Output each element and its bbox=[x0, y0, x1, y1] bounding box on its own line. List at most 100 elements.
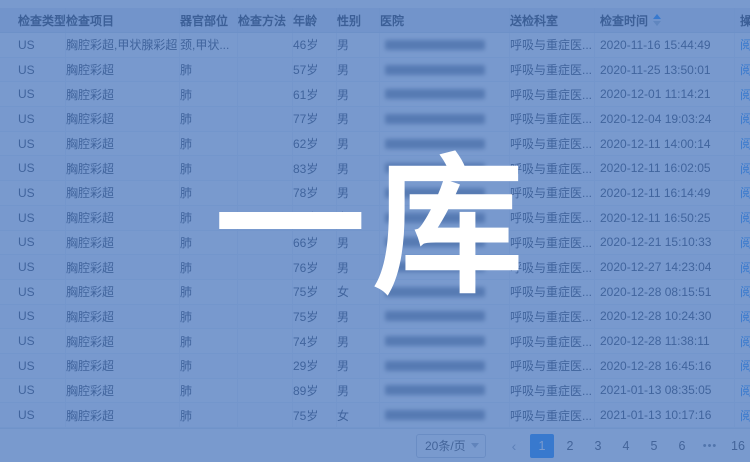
cell-item: 胸腔彩超 bbox=[66, 231, 180, 255]
column-header-label: 检查类型 bbox=[18, 12, 66, 29]
column-header-label: 性别 bbox=[337, 12, 361, 29]
cell-time: 2020-11-25 13:50:01 bbox=[595, 58, 735, 82]
cell-gender: 男 bbox=[337, 156, 380, 180]
cell-dept: 呼吸与重症医... bbox=[510, 156, 595, 180]
cell-time: 2020-12-21 15:10:33 bbox=[595, 231, 735, 255]
column-header-hospital: 医院 bbox=[380, 8, 510, 32]
page-size-select[interactable]: 20条/页 bbox=[416, 434, 486, 458]
cell-action: 阅片 bbox=[735, 379, 750, 403]
view-images-link[interactable]: 阅片 bbox=[740, 61, 750, 78]
cell-hospital bbox=[380, 33, 510, 57]
view-images-link[interactable]: 阅片 bbox=[740, 110, 750, 127]
view-images-link[interactable]: 阅片 bbox=[740, 407, 750, 424]
table-row: US胸腔彩超肺29岁男呼吸与重症医...2020-12-28 16:45:16阅… bbox=[0, 354, 750, 379]
cell-item: 胸腔彩超 bbox=[66, 403, 180, 427]
cell-organ: 肺 bbox=[180, 82, 238, 106]
cell-dept: 呼吸与重症医... bbox=[510, 33, 595, 57]
redacted-hospital-name bbox=[385, 213, 485, 223]
cell-organ: 肺 bbox=[180, 255, 238, 279]
cell-method bbox=[238, 329, 293, 353]
cell-method bbox=[238, 280, 293, 304]
cell-item: 胸腔彩超 bbox=[66, 82, 180, 106]
view-images-link[interactable]: 阅片 bbox=[740, 333, 750, 350]
cell-age: 76岁 bbox=[293, 206, 337, 230]
cell-action: 阅片 bbox=[735, 82, 750, 106]
page-button-4[interactable]: 4 bbox=[614, 434, 638, 458]
view-images-link[interactable]: 阅片 bbox=[740, 382, 750, 399]
table-row: US胸腔彩超肺57岁男呼吸与重症医...2020-11-25 13:50:01阅… bbox=[0, 58, 750, 83]
view-images-link[interactable]: 阅片 bbox=[740, 283, 750, 300]
view-images-link[interactable]: 阅片 bbox=[740, 259, 750, 276]
cell-age: 46岁 bbox=[293, 33, 337, 57]
cell-item: 胸腔彩超 bbox=[66, 305, 180, 329]
cell-hospital bbox=[380, 305, 510, 329]
cell-gender: 男 bbox=[337, 82, 380, 106]
redacted-hospital-name bbox=[385, 410, 485, 420]
redacted-hospital-name bbox=[385, 89, 485, 99]
view-images-link[interactable]: 阅片 bbox=[740, 357, 750, 374]
page-button-6[interactable]: 6 bbox=[670, 434, 694, 458]
cell-method bbox=[238, 206, 293, 230]
cell-dept: 呼吸与重症医... bbox=[510, 231, 595, 255]
page-button-3[interactable]: 3 bbox=[586, 434, 610, 458]
cell-gender: 女 bbox=[337, 403, 380, 427]
table-row: US胸腔彩超肺76岁男呼吸与重症医...2020-12-27 14:23:04阅… bbox=[0, 255, 750, 280]
table-row: US胸腔彩超肺89岁男呼吸与重症医...2021-01-13 08:35:05阅… bbox=[0, 379, 750, 404]
view-images-link[interactable]: 阅片 bbox=[740, 160, 750, 177]
page-button-16[interactable]: 16 bbox=[726, 434, 750, 458]
cell-item: 胸腔彩超 bbox=[66, 132, 180, 156]
cell-time: 2020-12-11 16:50:25 bbox=[595, 206, 735, 230]
view-images-link[interactable]: 阅片 bbox=[740, 86, 750, 103]
column-header-label: 操作 bbox=[740, 12, 750, 29]
view-images-link[interactable]: 阅片 bbox=[740, 308, 750, 325]
view-images-link[interactable]: 阅片 bbox=[740, 209, 750, 226]
page-button-5[interactable]: 5 bbox=[642, 434, 666, 458]
cell-action: 阅片 bbox=[735, 255, 750, 279]
sort-ascending-icon[interactable] bbox=[653, 14, 661, 26]
cell-method bbox=[238, 354, 293, 378]
cell-hospital bbox=[380, 231, 510, 255]
table-row: US胸腔彩超肺74岁男呼吸与重症医...2020-12-28 11:38:11阅… bbox=[0, 329, 750, 354]
view-images-link[interactable]: 阅片 bbox=[740, 184, 750, 201]
cell-type: US bbox=[0, 58, 66, 82]
table-body: US胸腔彩超,甲状腺彩超颈,甲状...46岁男呼吸与重症医...2020-11-… bbox=[0, 33, 750, 428]
cell-type: US bbox=[0, 329, 66, 353]
cell-organ: 肺 bbox=[180, 305, 238, 329]
column-header-age: 年龄 bbox=[293, 8, 337, 32]
cell-method bbox=[238, 231, 293, 255]
cell-dept: 呼吸与重症医... bbox=[510, 58, 595, 82]
cell-time: 2021-01-13 10:17:16 bbox=[595, 403, 735, 427]
cell-gender: 男 bbox=[337, 33, 380, 57]
cell-organ: 肺 bbox=[180, 58, 238, 82]
page-button-2[interactable]: 2 bbox=[558, 434, 582, 458]
cell-time: 2020-12-11 16:02:05 bbox=[595, 156, 735, 180]
cell-dept: 呼吸与重症医... bbox=[510, 354, 595, 378]
cell-action: 阅片 bbox=[735, 280, 750, 304]
redacted-hospital-name bbox=[385, 361, 485, 371]
table-row: US胸腔彩超肺61岁男呼吸与重症医...2020-12-01 11:14:21阅… bbox=[0, 82, 750, 107]
cell-hospital bbox=[380, 58, 510, 82]
column-header-time[interactable]: 检查时间 bbox=[595, 8, 735, 32]
cell-time: 2020-11-16 15:44:49 bbox=[595, 33, 735, 57]
page-button-1[interactable]: 1 bbox=[530, 434, 554, 458]
cell-organ: 颈,甲状... bbox=[180, 33, 238, 57]
cell-type: US bbox=[0, 354, 66, 378]
table-row: US胸腔彩超,甲状腺彩超颈,甲状...46岁男呼吸与重症医...2020-11-… bbox=[0, 33, 750, 58]
cell-age: 61岁 bbox=[293, 82, 337, 106]
cell-age: 74岁 bbox=[293, 329, 337, 353]
cell-age: 76岁 bbox=[293, 255, 337, 279]
cell-time: 2020-12-27 14:23:04 bbox=[595, 255, 735, 279]
more-pages-button[interactable]: ••• bbox=[698, 434, 722, 458]
cell-gender: 男 bbox=[337, 305, 380, 329]
cell-action: 阅片 bbox=[735, 132, 750, 156]
column-header-gender: 性别 bbox=[337, 8, 380, 32]
cell-organ: 肺 bbox=[180, 231, 238, 255]
view-images-link[interactable]: 阅片 bbox=[740, 234, 750, 251]
prev-page-button[interactable]: ‹ bbox=[502, 434, 526, 458]
column-header-method: 检查方法 bbox=[238, 8, 293, 32]
cell-dept: 呼吸与重症医... bbox=[510, 329, 595, 353]
view-images-link[interactable]: 阅片 bbox=[740, 135, 750, 152]
cell-time: 2020-12-11 16:14:49 bbox=[595, 181, 735, 205]
cell-hospital bbox=[380, 280, 510, 304]
view-images-link[interactable]: 阅片 bbox=[740, 36, 750, 53]
